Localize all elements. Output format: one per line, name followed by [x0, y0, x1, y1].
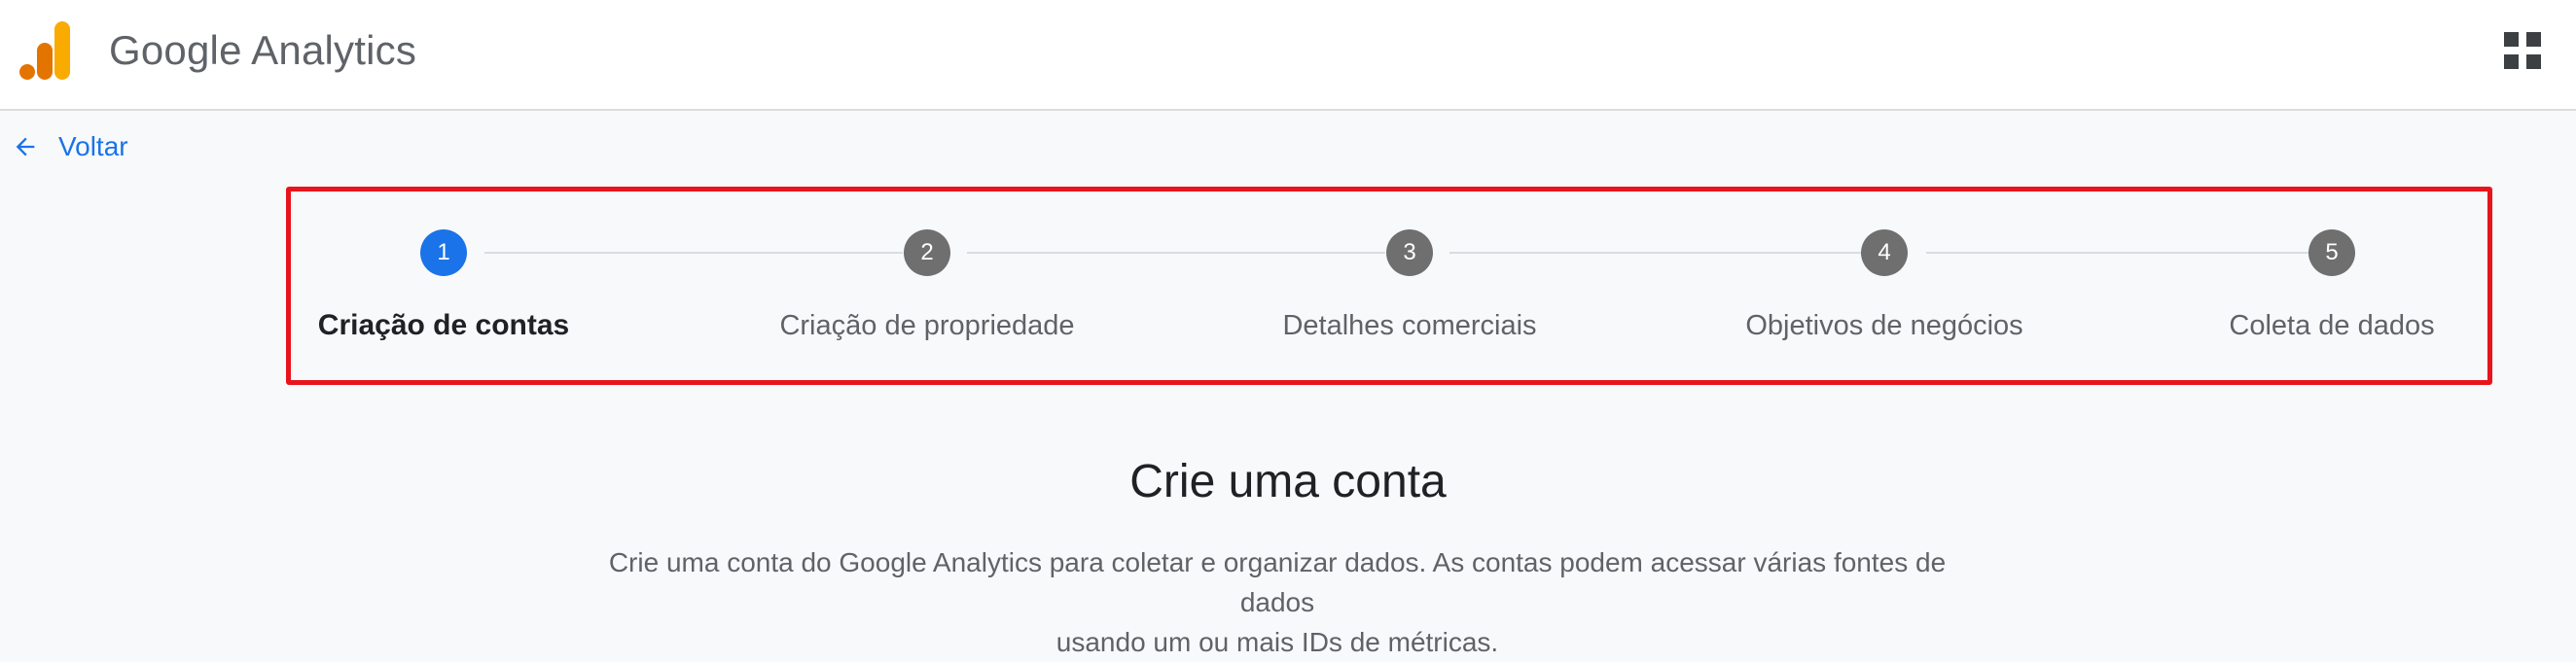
step-4-label: Objetivos de negócios	[1745, 310, 2023, 341]
app-header: Google Analytics	[0, 0, 2576, 111]
step-3-label: Detalhes comerciais	[1282, 310, 1537, 341]
step-1-indicator: 1	[420, 229, 467, 276]
product-name: Google Analytics	[109, 27, 417, 73]
step-3-indicator: 3	[1386, 229, 1433, 276]
back-link[interactable]: Voltar	[12, 126, 128, 167]
step-5-indicator: 5	[2308, 229, 2355, 276]
step-connector	[1449, 252, 1862, 254]
step-4-indicator: 4	[1861, 229, 1908, 276]
step-2-indicator: 2	[904, 229, 950, 276]
stepper-highlight-frame	[286, 187, 2492, 385]
step-2-label: Criação de propriedade	[779, 310, 1075, 341]
google-analytics-logo-icon[interactable]	[19, 21, 74, 80]
arrow-back-icon	[16, 137, 35, 157]
page-description: Crie uma conta do Google Analytics para …	[584, 542, 1971, 662]
step-1-label: Criação de contas	[317, 309, 570, 341]
step-connector	[484, 252, 903, 254]
step-5-label: Coleta de dados	[2229, 310, 2435, 341]
description-line-2: usando um ou mais IDs de métricas.	[1055, 627, 1499, 657]
step-connector	[967, 252, 1385, 254]
apps-grid-icon[interactable]	[2504, 32, 2541, 69]
description-line-1: Crie uma conta do Google Analytics para …	[608, 547, 1947, 617]
back-link-label: Voltar	[58, 131, 128, 161]
step-connector	[1926, 252, 2331, 254]
page-title: Crie uma conta	[1129, 456, 1447, 507]
